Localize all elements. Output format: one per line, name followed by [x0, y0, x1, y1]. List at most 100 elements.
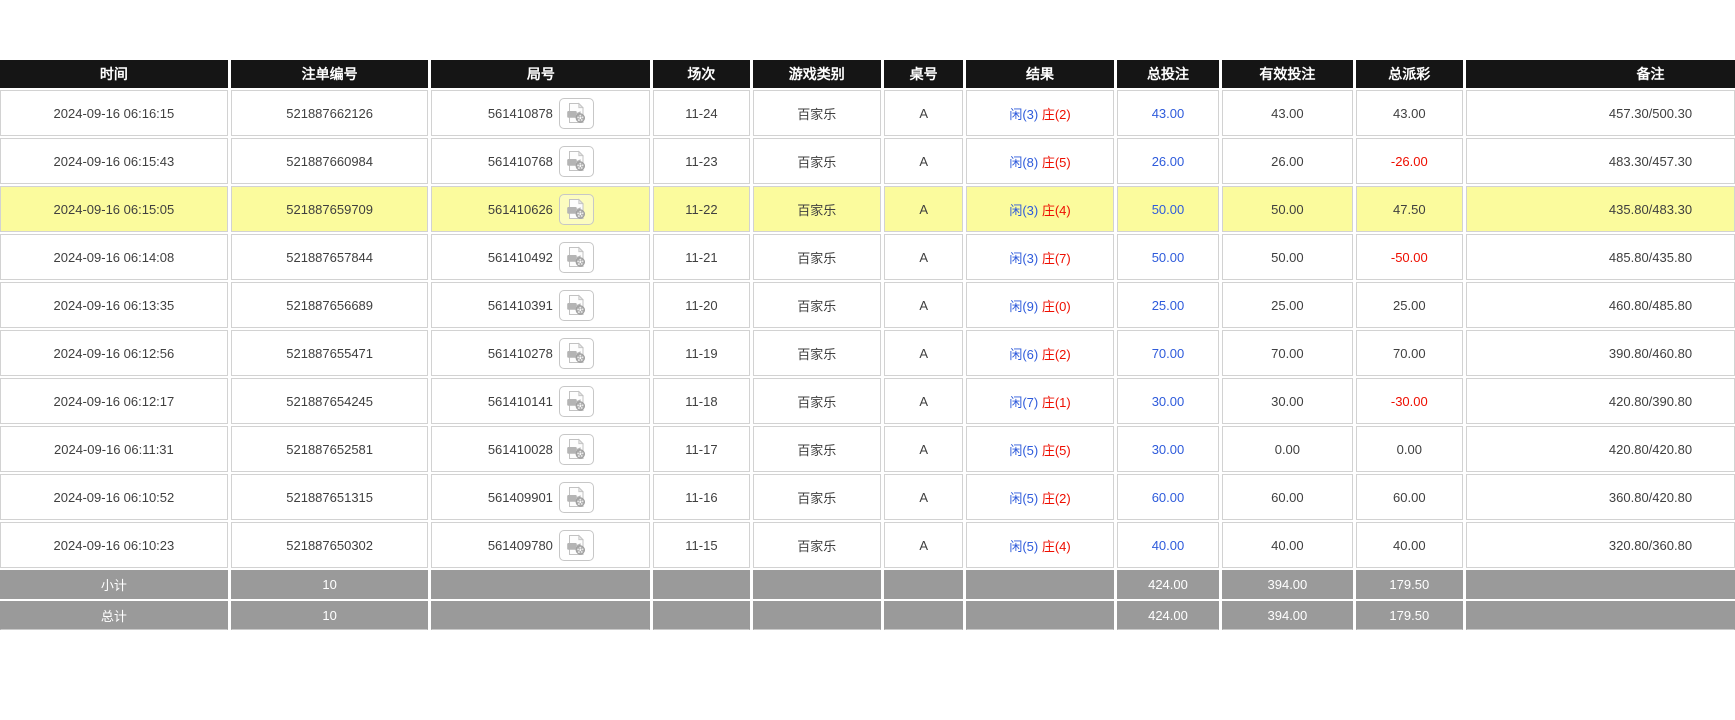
result-player: 闲(5) [1009, 443, 1038, 458]
video-playback-button[interactable] [559, 98, 594, 129]
result-banker: 庄(4) [1042, 203, 1071, 218]
round-number: 561410492 [488, 250, 553, 265]
bet-records-table-container: 时间 注单编号 局号 场次 游戏类别 桌号 结果 总投注 有效投注 总派彩 备注… [0, 58, 1735, 632]
bet-record-row[interactable]: 2024-09-16 06:15:05 521887659709 5614106… [0, 186, 1735, 232]
bet-number-cell: 521887654245 [231, 378, 429, 424]
video-playback-button[interactable] [559, 434, 594, 465]
round-number: 561410391 [488, 298, 553, 313]
result-player: 闲(3) [1009, 107, 1038, 122]
time-cell: 2024-09-16 06:12:17 [0, 378, 228, 424]
result-player: 闲(3) [1009, 251, 1038, 266]
video-playback-button[interactable] [559, 146, 594, 177]
video-playback-button[interactable] [559, 482, 594, 513]
total-bet-cell[interactable]: 50.00 [1117, 234, 1219, 280]
round-number-cell: 561409780 [431, 522, 650, 568]
column-header-game-type: 游戏类别 [753, 60, 881, 88]
video-playback-button[interactable] [559, 242, 594, 273]
result-player: 闲(3) [1009, 203, 1038, 218]
bet-record-row[interactable]: 2024-09-16 06:15:43 521887660984 5614107… [0, 138, 1735, 184]
video-playback-button[interactable] [559, 386, 594, 417]
video-playback-icon [565, 438, 587, 460]
total-bet-cell[interactable]: 50.00 [1117, 186, 1219, 232]
total-bet-cell[interactable]: 60.00 [1117, 474, 1219, 520]
bet-record-row[interactable]: 2024-09-16 06:14:08 521887657844 5614104… [0, 234, 1735, 280]
time-cell: 2024-09-16 06:15:43 [0, 138, 228, 184]
round-number-cell: 561410878 [431, 90, 650, 136]
time-cell: 2024-09-16 06:14:08 [0, 234, 228, 280]
round-number-cell: 561409901 [431, 474, 650, 520]
game-type-cell: 百家乐 [753, 330, 881, 376]
time-cell: 2024-09-16 06:15:05 [0, 186, 228, 232]
valid-bet-cell: 60.00 [1222, 474, 1352, 520]
result-banker: 庄(5) [1042, 155, 1071, 170]
session-cell: 11-17 [653, 426, 749, 472]
result-banker: 庄(7) [1042, 251, 1071, 266]
result-cell: 闲(6) 庄(2) [966, 330, 1114, 376]
total-bet-cell[interactable]: 25.00 [1117, 282, 1219, 328]
total-payout-cell: 25.00 [1356, 282, 1463, 328]
total-payout-cell: -50.00 [1356, 234, 1463, 280]
subtotal-label: 小计 [0, 570, 228, 599]
table-footer: 小计 10 424.00 394.00 179.50 总计 10 424.00 … [0, 570, 1735, 630]
total-bet-cell[interactable]: 43.00 [1117, 90, 1219, 136]
time-cell: 2024-09-16 06:13:35 [0, 282, 228, 328]
result-banker: 庄(2) [1042, 347, 1071, 362]
video-playback-icon [565, 486, 587, 508]
bet-number-cell: 521887656689 [231, 282, 429, 328]
total-payout-cell: 60.00 [1356, 474, 1463, 520]
time-cell: 2024-09-16 06:12:56 [0, 330, 228, 376]
round-number: 561409901 [488, 490, 553, 505]
video-playback-icon [565, 246, 587, 268]
remark-cell: 460.80/485.80 [1466, 282, 1735, 328]
session-cell: 11-15 [653, 522, 749, 568]
bet-record-row[interactable]: 2024-09-16 06:11:31 521887652581 5614100… [0, 426, 1735, 472]
valid-bet-cell: 50.00 [1222, 234, 1352, 280]
remark-cell: 485.80/435.80 [1466, 234, 1735, 280]
table-header: 时间 注单编号 局号 场次 游戏类别 桌号 结果 总投注 有效投注 总派彩 备注 [0, 60, 1735, 88]
bet-number-cell: 521887650302 [231, 522, 429, 568]
session-cell: 11-20 [653, 282, 749, 328]
video-playback-button[interactable] [559, 530, 594, 561]
video-playback-button[interactable] [559, 194, 594, 225]
valid-bet-cell: 25.00 [1222, 282, 1352, 328]
round-number-cell: 561410278 [431, 330, 650, 376]
total-bet-cell[interactable]: 30.00 [1117, 426, 1219, 472]
grand-total-count: 10 [231, 601, 429, 630]
video-playback-button[interactable] [559, 290, 594, 321]
total-bet-cell[interactable]: 26.00 [1117, 138, 1219, 184]
video-playback-icon [565, 390, 587, 412]
table-number-cell: A [884, 90, 963, 136]
round-number-cell: 561410626 [431, 186, 650, 232]
bet-record-row[interactable]: 2024-09-16 06:13:35 521887656689 5614103… [0, 282, 1735, 328]
round-number: 561410768 [488, 154, 553, 169]
time-cell: 2024-09-16 06:16:15 [0, 90, 228, 136]
table-number-cell: A [884, 186, 963, 232]
bet-number-cell: 521887660984 [231, 138, 429, 184]
game-type-cell: 百家乐 [753, 282, 881, 328]
result-cell: 闲(8) 庄(5) [966, 138, 1114, 184]
valid-bet-cell: 30.00 [1222, 378, 1352, 424]
video-playback-button[interactable] [559, 338, 594, 369]
bet-record-row[interactable]: 2024-09-16 06:12:56 521887655471 5614102… [0, 330, 1735, 376]
bet-record-row[interactable]: 2024-09-16 06:10:52 521887651315 5614099… [0, 474, 1735, 520]
total-payout-cell: 43.00 [1356, 90, 1463, 136]
total-bet-cell[interactable]: 30.00 [1117, 378, 1219, 424]
column-header-remark: 备注 [1466, 60, 1735, 88]
session-cell: 11-23 [653, 138, 749, 184]
total-bet-cell[interactable]: 70.00 [1117, 330, 1219, 376]
table-number-cell: A [884, 234, 963, 280]
bet-record-row[interactable]: 2024-09-16 06:16:15 521887662126 5614108… [0, 90, 1735, 136]
bet-records-page: { "colors": { "header_bg": "#151515", "f… [0, 0, 1735, 720]
total-bet-cell[interactable]: 40.00 [1117, 522, 1219, 568]
session-cell: 11-18 [653, 378, 749, 424]
video-playback-icon [565, 150, 587, 172]
table-number-cell: A [884, 330, 963, 376]
column-header-table-number: 桌号 [884, 60, 963, 88]
table-number-cell: A [884, 474, 963, 520]
result-player: 闲(5) [1009, 491, 1038, 506]
bet-record-row[interactable]: 2024-09-16 06:10:23 521887650302 5614097… [0, 522, 1735, 568]
bet-record-row[interactable]: 2024-09-16 06:12:17 521887654245 5614101… [0, 378, 1735, 424]
game-type-cell: 百家乐 [753, 90, 881, 136]
session-cell: 11-24 [653, 90, 749, 136]
table-number-cell: A [884, 378, 963, 424]
